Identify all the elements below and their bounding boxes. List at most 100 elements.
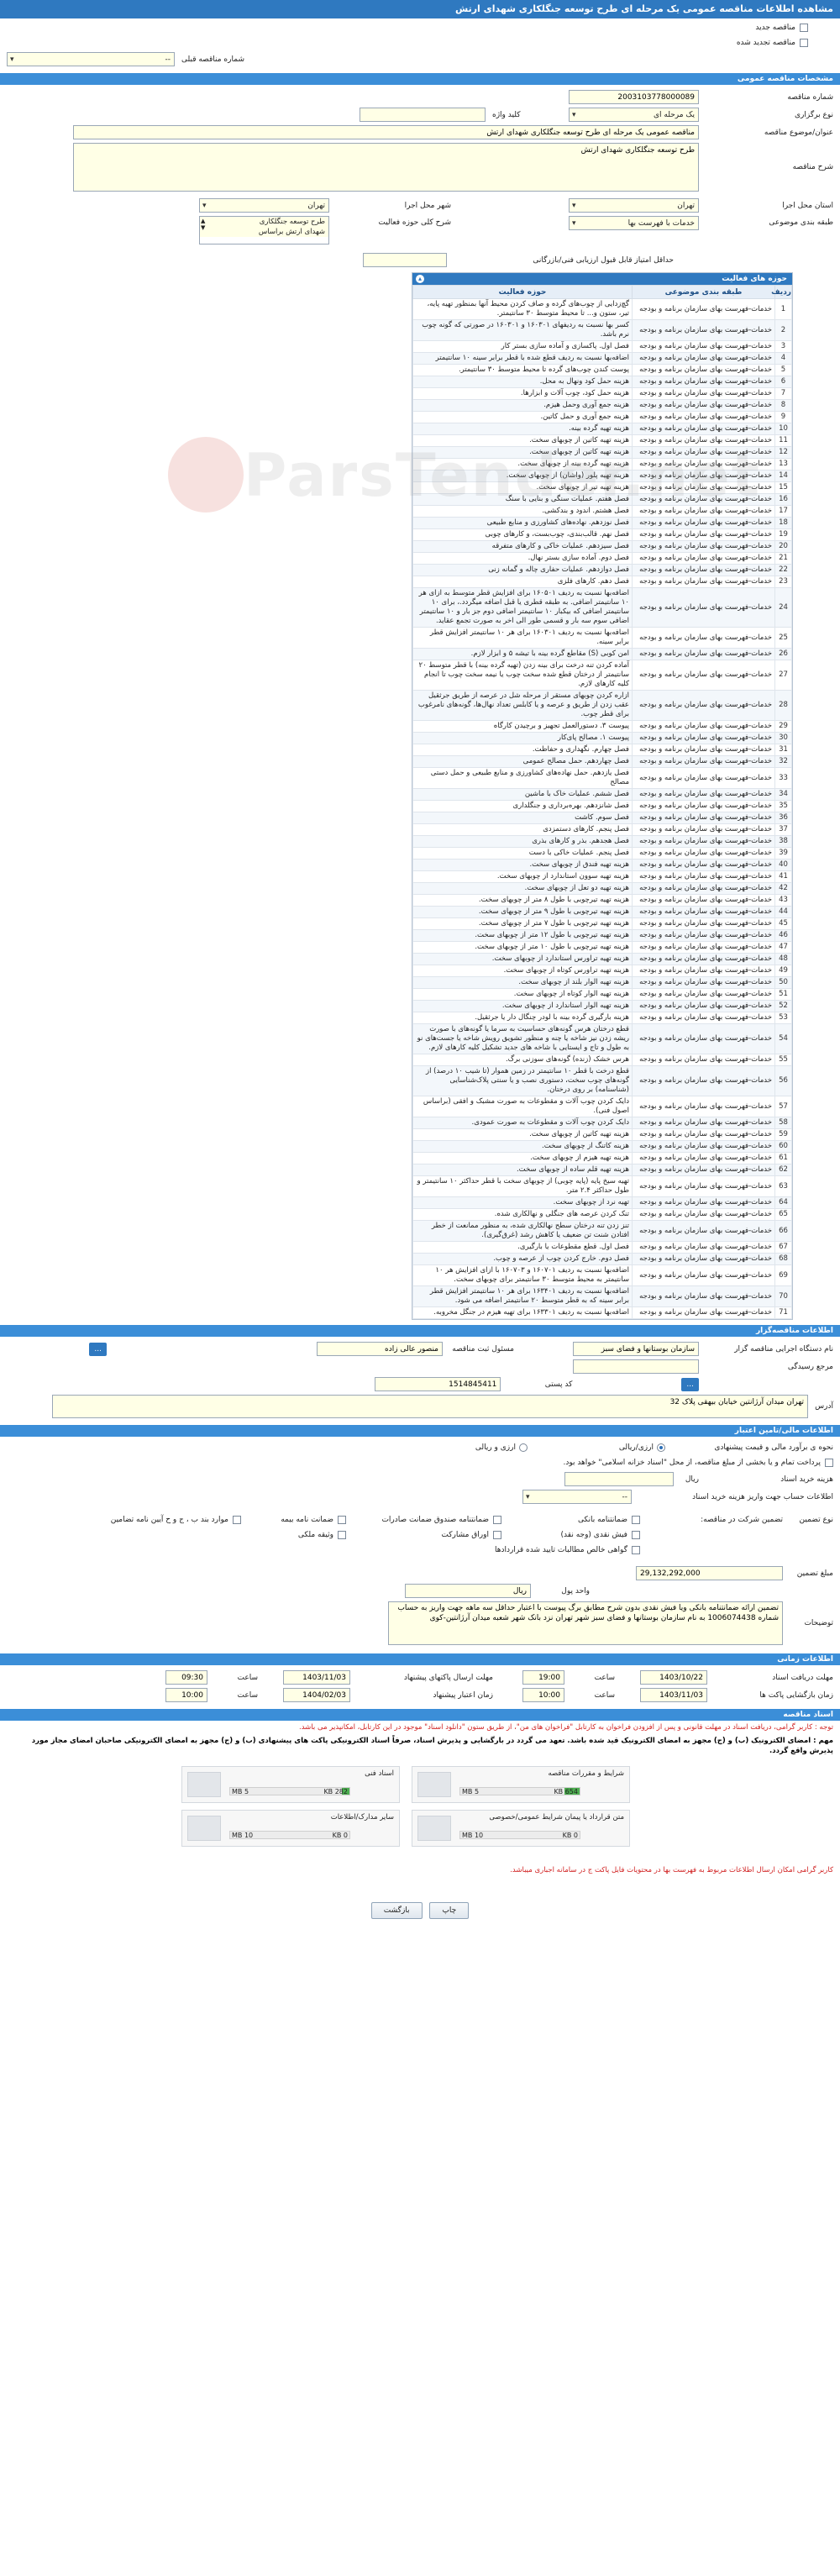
financial-desc-field[interactable]: تضمین ارائه ضمانتنامه بانکی ویا فیش نقدی… [388, 1601, 783, 1645]
table-row[interactable]: 56 خدمات-فهرست بهای سازمان برنامه و بودجه… [412, 1065, 792, 1096]
table-row[interactable]: 24 خدمات-فهرست بهای سازمان برنامه و بودجه… [412, 587, 792, 628]
table-row[interactable]: 60 خدمات-فهرست بهای سازمان برنامه و بودجه… [412, 1140, 792, 1153]
table-row[interactable]: 9 خدمات-فهرست بهای سازمان برنامه و بودجه ه… [412, 411, 792, 423]
table-row[interactable]: 61 خدمات-فهرست بهای سازمان برنامه و بودجه… [412, 1152, 792, 1164]
collapse-icon[interactable]: ▴ [416, 275, 424, 283]
table-row[interactable]: 43 خدمات-فهرست بهای سازمان برنامه و بودجه… [412, 894, 792, 907]
file-box[interactable]: شرایط و مقررات مناقصه 654 KB 5 MB [412, 1766, 630, 1803]
amount-field[interactable]: 29,132,292,000 [636, 1566, 783, 1580]
activity-listbox-item[interactable]: شهدای ارتش براساس [200, 227, 328, 237]
table-row[interactable]: 41 خدمات-فهرست بهای سازمان برنامه و بودجه… [412, 870, 792, 883]
city-select[interactable]: تهران [199, 198, 329, 213]
activity-listbox[interactable]: طرح توسعه جنگلکاری شهدای ارتش براساس ▲ ▼ [199, 216, 329, 244]
table-row[interactable]: 7 خدمات-فهرست بهای سازمان برنامه و بودجه ه… [412, 387, 792, 400]
table-row[interactable]: 38 خدمات-فهرست بهای سازمان برنامه و بودجه… [412, 835, 792, 848]
table-row[interactable]: 29 خدمات-فهرست بهای سازمان برنامه و بودجه… [412, 720, 792, 733]
activity-listbox-item[interactable]: طرح توسعه جنگلکاری [200, 217, 328, 227]
ref-more-button[interactable]: ... [681, 1377, 699, 1391]
table-row[interactable]: 23 خدمات-فهرست بهای سازمان برنامه و بودجه… [412, 576, 792, 588]
guarantee-opt-4-checkbox[interactable] [632, 1531, 640, 1539]
table-row[interactable]: 13 خدمات-فهرست بهای سازمان برنامه و بودجه… [412, 458, 792, 471]
guarantee-opt-5-checkbox[interactable] [493, 1531, 501, 1539]
valid-time[interactable]: 10:00 [165, 1688, 207, 1702]
tender-type-select[interactable]: یک مرحله ای [569, 108, 699, 122]
file-box[interactable]: سایر مدارک/اطلاعات 0 KB 10 MB [181, 1810, 400, 1847]
table-row[interactable]: 70 خدمات-فهرست بهای سازمان برنامه و بودجه… [412, 1285, 792, 1307]
open-date[interactable]: 1403/11/03 [640, 1688, 707, 1702]
treasury-checkbox[interactable] [825, 1459, 833, 1467]
address-field[interactable]: تهران میدان آرژانتین خیابان بیهقی پلاک 3… [52, 1395, 808, 1418]
guarantee-opt-2-checkbox[interactable] [338, 1516, 346, 1524]
officer-field[interactable]: منصور عالی زاده [317, 1342, 443, 1356]
table-row[interactable]: 37 خدمات-فهرست بهای سازمان برنامه و بودجه… [412, 823, 792, 836]
file-box[interactable]: متن قرارداد یا پیمان شرایط عمومی/خصوصی 0… [412, 1810, 630, 1847]
table-row[interactable]: 6 خدمات-فهرست بهای سازمان برنامه و بودجه ه… [412, 376, 792, 388]
table-row[interactable]: 62 خدمات-فهرست بهای سازمان برنامه و بودجه… [412, 1164, 792, 1176]
table-row[interactable]: 36 خدمات-فهرست بهای سازمان برنامه و بودجه… [412, 812, 792, 824]
province-select[interactable]: تهران [569, 198, 699, 213]
table-row[interactable]: 52 خدمات-فهرست بهای سازمان برنامه و بودجه… [412, 1000, 792, 1012]
eval-option-2-radio[interactable] [519, 1443, 528, 1452]
print-button[interactable]: چاپ [429, 1902, 470, 1919]
table-row[interactable]: 40 خدمات-فهرست بهای سازمان برنامه و بودجه… [412, 859, 792, 871]
table-row[interactable]: 32 خدمات-فهرست بهای سازمان برنامه و بودجه… [412, 755, 792, 768]
back-button[interactable]: بازگشت [370, 1902, 423, 1919]
category-select[interactable]: خدمات با فهرست بها [569, 216, 699, 230]
table-row[interactable]: 59 خدمات-فهرست بهای سازمان برنامه و بودجه… [412, 1128, 792, 1141]
valid-date[interactable]: 1404/02/03 [283, 1688, 350, 1702]
tender-number-field[interactable]: 2003103778000089 [569, 90, 699, 104]
table-row[interactable]: 57 خدمات-فهرست بهای سازمان برنامه و بودجه… [412, 1096, 792, 1117]
table-row[interactable]: 12 خدمات-فهرست بهای سازمان برنامه و بودجه… [412, 446, 792, 459]
table-row[interactable]: 48 خدمات-فهرست بهای سازمان برنامه و بودجه… [412, 953, 792, 965]
table-row[interactable]: 50 خدمات-فهرست بهای سازمان برنامه و بودجه… [412, 976, 792, 989]
prev-number-select[interactable]: -- [7, 52, 175, 66]
table-row[interactable]: 20 خدمات-فهرست بهای سازمان برنامه و بودجه… [412, 540, 792, 553]
org-field[interactable]: سازمان بوستانها و فضای سبز [573, 1342, 699, 1356]
table-row[interactable]: 58 خدمات-فهرست بهای سازمان برنامه و بودجه… [412, 1117, 792, 1129]
table-row[interactable]: 68 خدمات-فهرست بهای سازمان برنامه و بودجه… [412, 1253, 792, 1265]
table-row[interactable]: 53 خدمات-فهرست بهای سازمان برنامه و بودجه… [412, 1012, 792, 1024]
postal-field[interactable]: 1514845411 [375, 1377, 501, 1391]
officer-more-button[interactable]: ... [89, 1342, 107, 1356]
min-score-field[interactable] [363, 253, 447, 267]
doc-end-date[interactable]: 1403/11/03 [283, 1670, 350, 1685]
doc-end-time[interactable]: 09:30 [165, 1670, 207, 1685]
table-row[interactable]: 35 خدمات-فهرست بهای سازمان برنامه و بودجه… [412, 800, 792, 812]
table-row[interactable]: 33 خدمات-فهرست بهای سازمان برنامه و بودجه… [412, 767, 792, 789]
table-row[interactable]: 15 خدمات-فهرست بهای سازمان برنامه و بودجه… [412, 481, 792, 494]
doc-start-date[interactable]: 1403/10/22 [640, 1670, 707, 1685]
table-row[interactable]: 27 خدمات-فهرست بهای سازمان برنامه و بودجه… [412, 660, 792, 691]
keyword-field[interactable] [360, 108, 486, 122]
table-row[interactable]: 64 خدمات-فهرست بهای سازمان برنامه و بودجه… [412, 1196, 792, 1209]
table-row[interactable]: 44 خدمات-فهرست بهای سازمان برنامه و بودجه… [412, 906, 792, 918]
table-row[interactable]: 55 خدمات-فهرست بهای سازمان برنامه و بودجه… [412, 1054, 792, 1066]
table-row[interactable]: 16 خدمات-فهرست بهای سازمان برنامه و بودجه… [412, 493, 792, 506]
unit-field[interactable]: ریال [405, 1584, 531, 1598]
table-row[interactable]: 19 خدمات-فهرست بهای سازمان برنامه و بودجه… [412, 528, 792, 541]
table-row[interactable]: 4 خدمات-فهرست بهای سازمان برنامه و بودجه ا… [412, 352, 792, 365]
table-row[interactable]: 18 خدمات-فهرست بهای سازمان برنامه و بودجه… [412, 517, 792, 529]
eval-option-1-radio[interactable] [657, 1443, 665, 1452]
table-row[interactable]: 8 خدمات-فهرست بهای سازمان برنامه و بودجه ه… [412, 399, 792, 412]
table-row[interactable]: 28 خدمات-فهرست بهای سازمان برنامه و بودجه… [412, 690, 792, 721]
doc-start-time[interactable]: 19:00 [522, 1670, 564, 1685]
file-box[interactable]: اسناد فنی 282 KB 5 MB [181, 1766, 400, 1803]
listbox-scroll-icon[interactable]: ▲ ▼ [201, 218, 205, 231]
table-row[interactable]: 11 خدمات-فهرست بهای سازمان برنامه و بودجه… [412, 434, 792, 447]
renewed-tender-checkbox[interactable] [800, 39, 808, 47]
guarantee-opt-0-checkbox[interactable] [632, 1516, 640, 1524]
table-row[interactable]: 31 خدمات-فهرست بهای سازمان برنامه و بودجه… [412, 744, 792, 756]
table-row[interactable]: 25 خدمات-فهرست بهای سازمان برنامه و بودجه… [412, 627, 792, 649]
open-time[interactable]: 10:00 [522, 1688, 564, 1702]
table-row[interactable]: 71 خدمات-فهرست بهای سازمان برنامه و بودجه… [412, 1306, 792, 1319]
table-row[interactable]: 49 خدمات-فهرست بهای سازمان برنامه و بودجه… [412, 965, 792, 977]
table-row[interactable]: 30 خدمات-فهرست بهای سازمان برنامه و بودجه… [412, 732, 792, 744]
table-row[interactable]: 21 خدمات-فهرست بهای سازمان برنامه و بودجه… [412, 552, 792, 565]
subject-field[interactable]: مناقصه عمومی یک مرحله ای طرح توسعه جنگلک… [73, 125, 699, 139]
table-row[interactable]: 42 خدمات-فهرست بهای سازمان برنامه و بودجه… [412, 882, 792, 895]
table-row[interactable]: 45 خدمات-فهرست بهای سازمان برنامه و بودجه… [412, 917, 792, 930]
table-row[interactable]: 63 خدمات-فهرست بهای سازمان برنامه و بودجه… [412, 1175, 792, 1197]
table-row[interactable]: 69 خدمات-فهرست بهای سازمان برنامه و بودجه… [412, 1264, 792, 1286]
account-select[interactable]: -- [522, 1490, 632, 1504]
table-row[interactable]: 34 خدمات-فهرست بهای سازمان برنامه و بودجه… [412, 788, 792, 801]
